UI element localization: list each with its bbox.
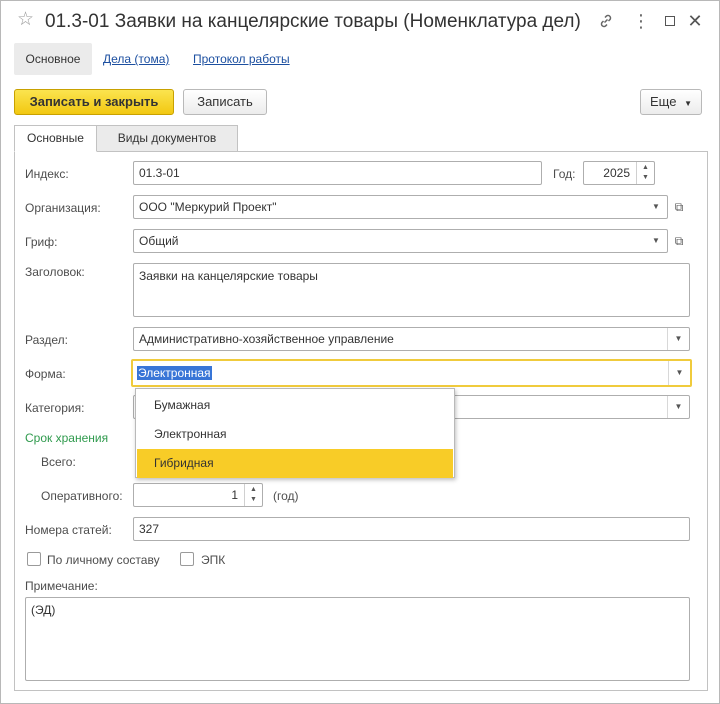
- grif-label: Гриф:: [25, 235, 58, 249]
- form-type-field[interactable]: Электронная ▼: [131, 359, 692, 387]
- grif-open-icon[interactable]: ⧉: [668, 229, 690, 253]
- section-value: Административно-хозяйственное управление: [139, 332, 394, 346]
- storage-total-label: Всего:: [41, 455, 76, 469]
- save-button[interactable]: Записать: [183, 89, 267, 115]
- personal-staff-label: По личному составу: [47, 553, 160, 567]
- storage-operative-label: Оперативного:: [41, 489, 123, 503]
- heading-label: Заголовок:: [25, 265, 85, 279]
- storage-period-title: Срок хранения: [25, 431, 109, 445]
- dropdown-option[interactable]: Электронная: [137, 420, 453, 449]
- more-actions-icon[interactable]: ⋮: [630, 10, 652, 32]
- grif-value: Общий: [139, 234, 179, 248]
- category-dropdown-icon[interactable]: ▼: [667, 396, 689, 418]
- maximize-icon[interactable]: [659, 10, 681, 32]
- tab-document-types[interactable]: Виды документов: [96, 125, 238, 152]
- article-numbers-value: 327: [139, 522, 160, 536]
- organization-dropdown-icon[interactable]: ▼: [645, 196, 667, 218]
- operative-spinner-icon[interactable]: ▲ ▼: [244, 484, 262, 506]
- category-label: Категория:: [25, 401, 85, 415]
- heading-textarea[interactable]: Заявки на канцелярские товары: [133, 263, 690, 317]
- save-and-close-button[interactable]: Записать и закрыть: [14, 89, 174, 115]
- storage-operative-field[interactable]: 1 ▲ ▼: [133, 483, 263, 507]
- article-numbers-label: Номера статей:: [25, 523, 112, 537]
- close-icon[interactable]: ✕: [684, 10, 706, 32]
- form-type-label: Форма:: [25, 367, 66, 381]
- tab-main[interactable]: Основные: [14, 125, 97, 152]
- form-type-dropdown-list: Бумажная Электронная Гибридная: [135, 388, 455, 478]
- year-spinner-icon[interactable]: ▲ ▼: [636, 162, 654, 184]
- personal-staff-checkbox[interactable]: [27, 552, 41, 566]
- index-value: 01.3-01: [139, 166, 180, 180]
- more-dropdown-icon: ▼: [684, 99, 692, 108]
- section-field[interactable]: Административно-хозяйственное управление…: [133, 327, 690, 351]
- note-label: Примечание:: [25, 579, 98, 593]
- index-field[interactable]: 01.3-01: [133, 161, 542, 185]
- section-dropdown-icon[interactable]: ▼: [667, 328, 689, 350]
- favorite-star-icon[interactable]: ☆: [17, 9, 34, 31]
- dropdown-option-highlighted[interactable]: Гибридная: [137, 449, 453, 478]
- year-field[interactable]: 2025 ▲ ▼: [583, 161, 655, 185]
- form-type-value: Электронная: [137, 366, 212, 380]
- storage-operative-value: 1: [231, 488, 238, 502]
- form-type-dropdown-icon[interactable]: ▼: [668, 361, 690, 385]
- window-title: 01.3-01 Заявки на канцелярские товары (Н…: [45, 11, 581, 32]
- grif-dropdown-icon[interactable]: ▼: [645, 230, 667, 252]
- dropdown-option[interactable]: Бумажная: [137, 391, 453, 420]
- year-label: Год:: [553, 167, 576, 181]
- more-button-label: Еще: [650, 94, 677, 109]
- grif-field[interactable]: Общий ▼: [133, 229, 668, 253]
- index-label: Индекс:: [25, 167, 69, 181]
- more-button[interactable]: Еще ▼: [640, 89, 702, 115]
- organization-field[interactable]: ООО "Меркурий Проект" ▼: [133, 195, 668, 219]
- year-value: 2025: [603, 166, 630, 180]
- nav-cases-link[interactable]: Дела (тома): [103, 43, 169, 75]
- storage-unit-label: (год): [273, 489, 299, 503]
- organization-value: ООО "Меркурий Проект": [139, 200, 277, 214]
- nav-main[interactable]: Основное: [14, 43, 92, 75]
- form-window: ☆ 01.3-01 Заявки на канцелярские товары …: [0, 0, 720, 704]
- epk-label: ЭПК: [201, 553, 226, 567]
- article-numbers-field[interactable]: 327: [133, 517, 690, 541]
- epk-checkbox[interactable]: [180, 552, 194, 566]
- nav-protocol-link[interactable]: Протокол работы: [193, 43, 290, 75]
- note-textarea[interactable]: (ЭД): [25, 597, 690, 681]
- title-bar: ☆ 01.3-01 Заявки на канцелярские товары …: [1, 1, 719, 41]
- organization-open-icon[interactable]: ⧉: [668, 195, 690, 219]
- organization-label: Организация:: [25, 201, 101, 215]
- link-icon[interactable]: [595, 10, 617, 32]
- section-label: Раздел:: [25, 333, 68, 347]
